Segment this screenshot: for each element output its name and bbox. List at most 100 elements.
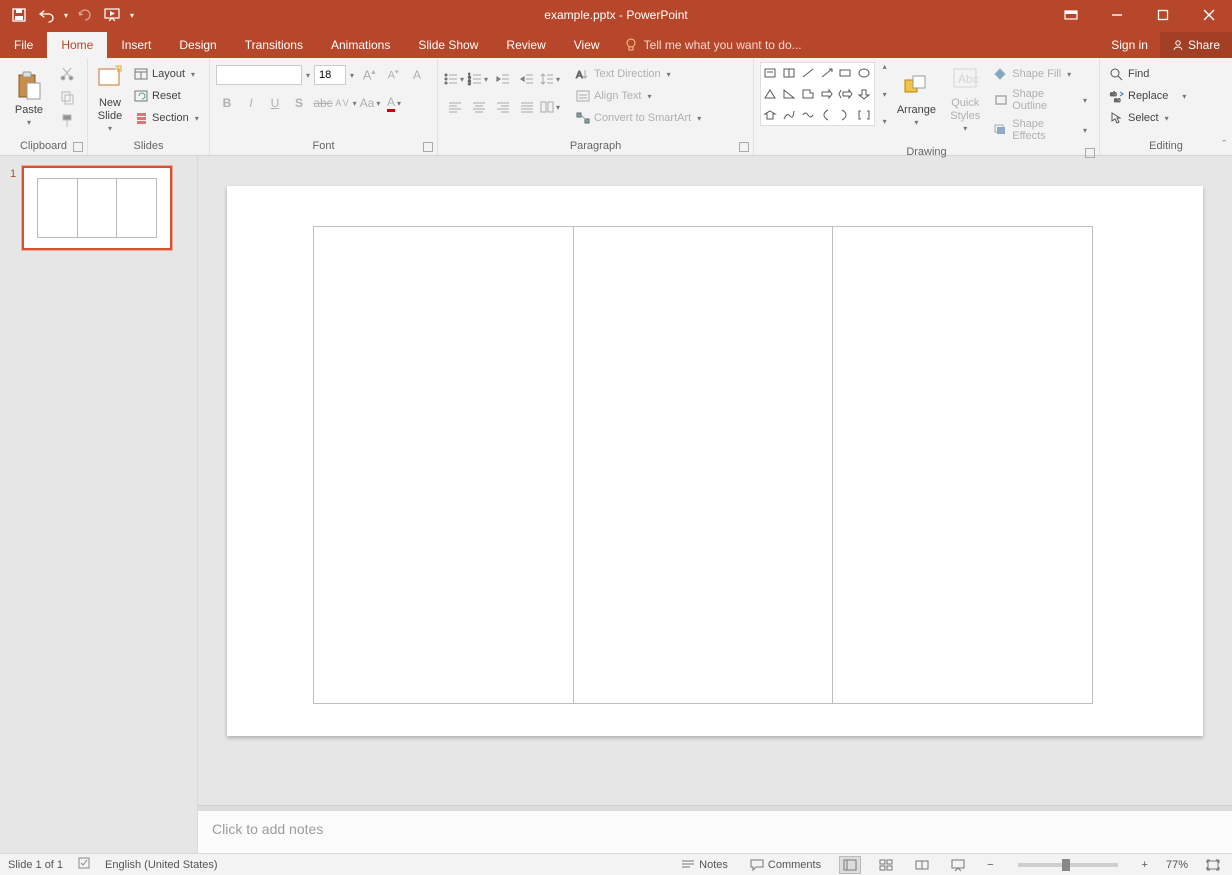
tab-slideshow[interactable]: Slide Show: [404, 32, 492, 58]
underline-button[interactable]: U: [264, 92, 286, 114]
zoom-slider-thumb[interactable]: [1062, 859, 1070, 871]
layout-button[interactable]: Layout▾: [130, 64, 205, 84]
undo-more-icon[interactable]: ▾: [62, 11, 70, 20]
slide-canvas[interactable]: [227, 186, 1203, 736]
tab-view[interactable]: View: [560, 32, 614, 58]
shape-effects-button[interactable]: Shape Effects▾: [990, 116, 1093, 144]
numbering-button[interactable]: 123▾: [468, 68, 490, 90]
font-color-button[interactable]: A▾: [384, 92, 406, 114]
zoom-in-button[interactable]: +: [1138, 859, 1152, 871]
slide-sorter-view-button[interactable]: [875, 856, 897, 874]
tab-transitions[interactable]: Transitions: [231, 32, 317, 58]
strikethrough-button[interactable]: abc: [312, 92, 334, 114]
align-left-button[interactable]: [444, 96, 466, 118]
format-painter-button[interactable]: [56, 110, 78, 132]
chevron-down-icon[interactable]: ▾: [348, 71, 356, 80]
shapes-gallery[interactable]: [760, 62, 875, 126]
tab-design[interactable]: Design: [165, 32, 230, 58]
spellcheck-icon[interactable]: [77, 856, 91, 873]
convert-smartart-button[interactable]: Convert to SmartArt▾: [572, 108, 707, 128]
zoom-out-button[interactable]: −: [983, 859, 997, 871]
collapse-ribbon-button[interactable]: ˆ: [1222, 139, 1226, 151]
font-dialog-launcher[interactable]: [423, 142, 433, 152]
line-spacing-button[interactable]: ▾: [540, 68, 562, 90]
maximize-button[interactable]: [1140, 0, 1186, 30]
drawing-dialog-launcher[interactable]: [1085, 148, 1095, 158]
table-column[interactable]: [833, 227, 1092, 703]
section-button[interactable]: Section▾: [130, 108, 205, 128]
char-spacing-button[interactable]: AV▾: [336, 92, 358, 114]
italic-button[interactable]: I: [240, 92, 262, 114]
cut-button[interactable]: [56, 62, 78, 84]
slide-indicator[interactable]: Slide 1 of 1: [8, 859, 63, 871]
increase-indent-button[interactable]: [516, 68, 538, 90]
group-editing-label: Editing: [1149, 140, 1183, 152]
align-text-button[interactable]: Align Text▾: [572, 86, 707, 106]
shapes-scroll-down[interactable]: ▾: [881, 90, 889, 99]
font-size-input[interactable]: [314, 65, 346, 85]
new-slide-button[interactable]: New Slide ▾: [94, 62, 126, 134]
minimize-button[interactable]: [1094, 0, 1140, 30]
tab-insert[interactable]: Insert: [107, 32, 165, 58]
shapes-more[interactable]: ▾: [881, 117, 889, 126]
clipboard-dialog-launcher[interactable]: [73, 142, 83, 152]
chevron-down-icon[interactable]: ▾: [304, 71, 312, 80]
select-button[interactable]: Select▾: [1106, 108, 1192, 128]
decrease-font-button[interactable]: A▾: [382, 64, 404, 86]
notes-toggle[interactable]: Notes: [677, 859, 732, 871]
undo-button[interactable]: [34, 2, 60, 28]
bold-button[interactable]: B: [216, 92, 238, 114]
reading-view-button[interactable]: [911, 856, 933, 874]
slideshow-view-button[interactable]: [947, 856, 969, 874]
change-case-button[interactable]: Aa▾: [360, 92, 382, 114]
decrease-indent-button[interactable]: [492, 68, 514, 90]
ribbon-display-options-button[interactable]: [1048, 0, 1094, 30]
comments-toggle[interactable]: Comments: [746, 859, 825, 871]
slide-thumbnail-1[interactable]: [22, 166, 172, 250]
align-center-button[interactable]: [468, 96, 490, 118]
shape-outline-button[interactable]: Shape Outline▾: [990, 86, 1093, 114]
fit-to-window-button[interactable]: [1202, 856, 1224, 874]
replace-button[interactable]: abacReplace▾: [1106, 86, 1192, 106]
align-right-button[interactable]: [492, 96, 514, 118]
justify-button[interactable]: [516, 96, 538, 118]
close-button[interactable]: [1186, 0, 1232, 30]
bullets-button[interactable]: ▾: [444, 68, 466, 90]
shape-fill-button[interactable]: Shape Fill▾: [990, 64, 1093, 84]
normal-view-button[interactable]: [839, 856, 861, 874]
language-indicator[interactable]: English (United States): [105, 859, 218, 871]
zoom-slider[interactable]: [1018, 863, 1118, 867]
table-column[interactable]: [314, 227, 574, 703]
notes-pane[interactable]: Click to add notes: [198, 811, 1232, 853]
quick-styles-button[interactable]: Abc Quick Styles▾: [944, 62, 986, 134]
paste-button[interactable]: Paste ▾: [6, 62, 52, 134]
columns-button[interactable]: ▾: [540, 96, 562, 118]
paragraph-dialog-launcher[interactable]: [739, 142, 749, 152]
increase-font-button[interactable]: A▴: [358, 64, 380, 86]
slide-table[interactable]: [313, 226, 1093, 704]
text-direction-button[interactable]: AText Direction▾: [572, 64, 707, 84]
signin-button[interactable]: Sign in: [1099, 32, 1160, 58]
font-name-input[interactable]: [216, 65, 302, 85]
find-button[interactable]: Find: [1106, 64, 1192, 84]
qat-customize-icon[interactable]: ▾: [128, 11, 136, 20]
shapes-scroll-up[interactable]: ▴: [881, 62, 889, 71]
slide-thumbnail-pane[interactable]: 1: [0, 156, 198, 853]
reset-button[interactable]: Reset: [130, 86, 205, 106]
tab-home[interactable]: Home: [47, 32, 107, 58]
start-slideshow-button[interactable]: [100, 2, 126, 28]
tell-me-search[interactable]: Tell me what you want to do...: [614, 32, 812, 58]
arrange-button[interactable]: Arrange▾: [893, 62, 941, 134]
slide-canvas-scroll[interactable]: [198, 156, 1232, 805]
share-button[interactable]: Share: [1160, 32, 1232, 58]
save-button[interactable]: [6, 2, 32, 28]
table-column[interactable]: [574, 227, 834, 703]
copy-button[interactable]: [56, 86, 78, 108]
tab-review[interactable]: Review: [492, 32, 559, 58]
shadow-button[interactable]: S: [288, 92, 310, 114]
tab-animations[interactable]: Animations: [317, 32, 404, 58]
redo-button[interactable]: [72, 2, 98, 28]
tab-file[interactable]: File: [0, 32, 47, 58]
zoom-percent[interactable]: 77%: [1166, 859, 1188, 871]
clear-formatting-button[interactable]: A: [406, 64, 428, 86]
